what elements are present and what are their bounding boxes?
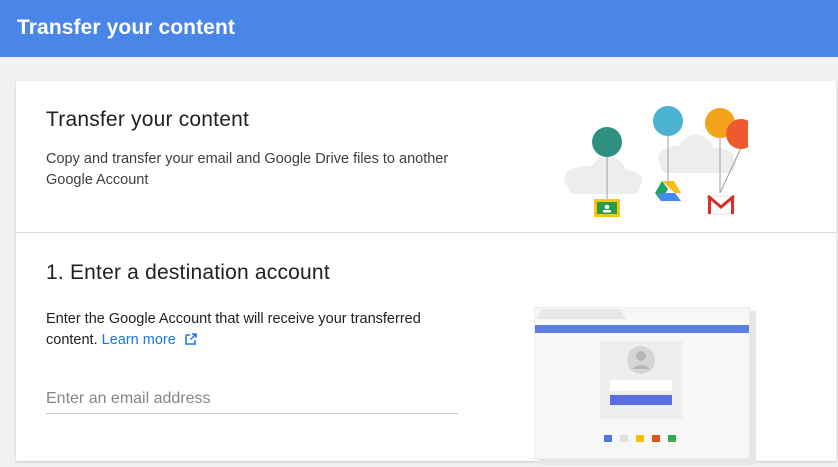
learn-more-link[interactable]: Learn more [102, 332, 176, 348]
classroom-icon [594, 199, 620, 217]
step-1-title: 1. Enter a destination account [46, 261, 330, 284]
step-1-description: Enter the Google Account that will recei… [46, 309, 426, 351]
app-bar-title: Transfer your content [17, 16, 235, 39]
section-divider [16, 232, 836, 233]
destination-email-input[interactable] [46, 385, 458, 414]
account-chooser-illustration [534, 307, 756, 465]
cloud-right [658, 135, 736, 173]
intro-description: Copy and transfer your email and Google … [46, 151, 449, 188]
balloon-blue [653, 106, 683, 136]
transfer-illustration [564, 106, 748, 217]
external-link-icon[interactable] [184, 332, 198, 346]
drive-icon [655, 181, 681, 201]
gmail-icon [707, 194, 735, 215]
intro-title: Transfer your content [46, 108, 250, 131]
cloud-left [564, 157, 642, 194]
top-app-bar: Transfer your content [0, 0, 838, 57]
balloon-teal [592, 127, 622, 157]
transfer-card: Transfer your content Copy and transfer … [16, 81, 836, 465]
